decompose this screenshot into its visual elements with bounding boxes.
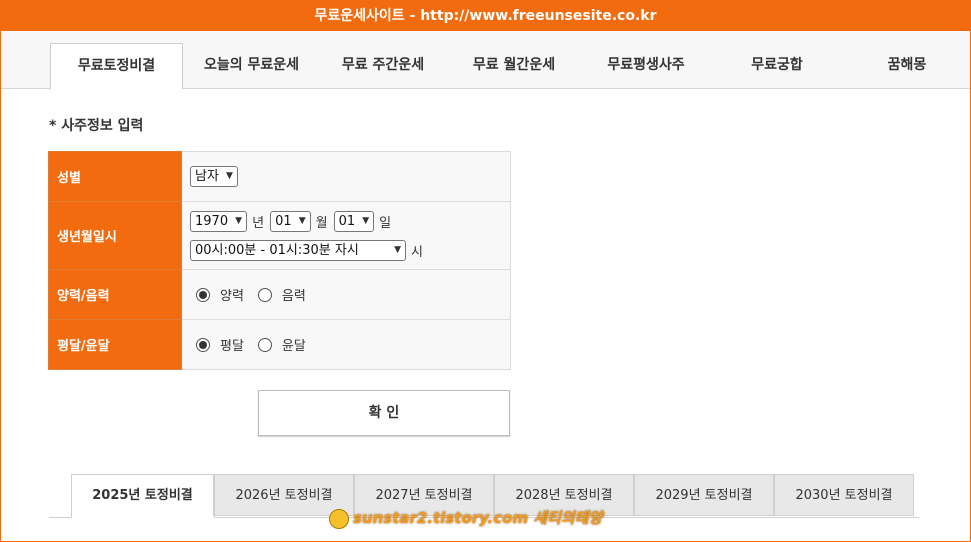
radio-solar-label: 양력 xyxy=(220,289,244,304)
tab-today-fortune[interactable]: 오늘의 무료운세 xyxy=(189,43,314,88)
tab-year-2025[interactable]: 2025년 토정비결 xyxy=(71,474,214,518)
main-nav: 무료토정비결 오늘의 무료운세 무료 주간운세 무료 월간운세 무료평생사주 무… xyxy=(1,31,970,90)
gender-label: 성별 xyxy=(48,151,182,202)
tab-free-tojeong[interactable]: 무료토정비결 xyxy=(50,43,183,90)
tab-monthly-fortune[interactable]: 무료 월간운세 xyxy=(453,43,575,88)
year-select[interactable]: 1970 ▼ xyxy=(190,210,248,232)
radio-solar[interactable] xyxy=(196,287,210,302)
birth-label: 생년월일시 xyxy=(48,201,182,270)
tab-compatibility[interactable]: 무료궁합 xyxy=(717,43,837,88)
confirm-button[interactable]: 확 인 xyxy=(258,390,510,436)
month-unit: 월 xyxy=(315,215,328,231)
site-title: 무료운세사이트 - http://www.freeunsesite.co.kr xyxy=(314,8,657,24)
tab-lifetime-saju[interactable]: 무료평생사주 xyxy=(585,43,707,88)
gender-select[interactable]: 남자 ▼ xyxy=(190,166,238,187)
radio-normal-month-label: 평달 xyxy=(220,339,244,354)
chevron-down-icon: ▼ xyxy=(226,171,233,181)
chevron-down-icon: ▼ xyxy=(298,215,306,226)
page-frame: 무료운세사이트 - http://www.freeunsesite.co.kr … xyxy=(0,0,971,542)
radio-leap-month[interactable] xyxy=(257,337,272,352)
time-select[interactable]: 00시:00분 - 01시:30분 자시 ▼ xyxy=(190,239,406,261)
radio-lunar-label: 음력 xyxy=(281,289,306,304)
chevron-down-icon: ▼ xyxy=(394,244,401,255)
time-unit: 시 xyxy=(411,244,423,260)
day-unit: 일 xyxy=(379,215,392,231)
saju-input-form: 성별 남자 ▼ 생년월일시 1970 ▼ 년 01 ▼ 월 01 ▼ 일 00시:00분 - 01… xyxy=(48,151,511,370)
tab-dream-interpretation[interactable]: 꿈해몽 xyxy=(847,43,967,88)
radio-leap-month-label: 윤달 xyxy=(281,339,306,354)
blog-watermark: sunstar2.tistory.com 새티의태양 xyxy=(329,507,602,529)
site-title-bar: 무료운세사이트 - http://www.freeunsesite.co.kr xyxy=(1,1,970,31)
radio-normal-month[interactable] xyxy=(196,337,210,352)
leap-label: 평달/윤달 xyxy=(48,319,182,370)
section-title: * 사주정보 입력 xyxy=(49,118,144,134)
month-select[interactable]: 01 ▼ xyxy=(270,210,311,232)
tab-year-2029[interactable]: 2029년 토정비결 xyxy=(634,474,774,516)
calendar-label: 양력/음력 xyxy=(48,269,182,320)
tab-year-2030[interactable]: 2030년 토정비결 xyxy=(774,474,914,516)
tab-weekly-fortune[interactable]: 무료 주간운세 xyxy=(323,43,443,88)
day-select[interactable]: 01 ▼ xyxy=(333,210,375,232)
smiley-icon xyxy=(329,508,349,529)
year-unit: 년 xyxy=(252,215,265,231)
chevron-down-icon: ▼ xyxy=(235,215,243,226)
chevron-down-icon: ▼ xyxy=(362,215,370,226)
radio-lunar[interactable] xyxy=(257,287,272,302)
